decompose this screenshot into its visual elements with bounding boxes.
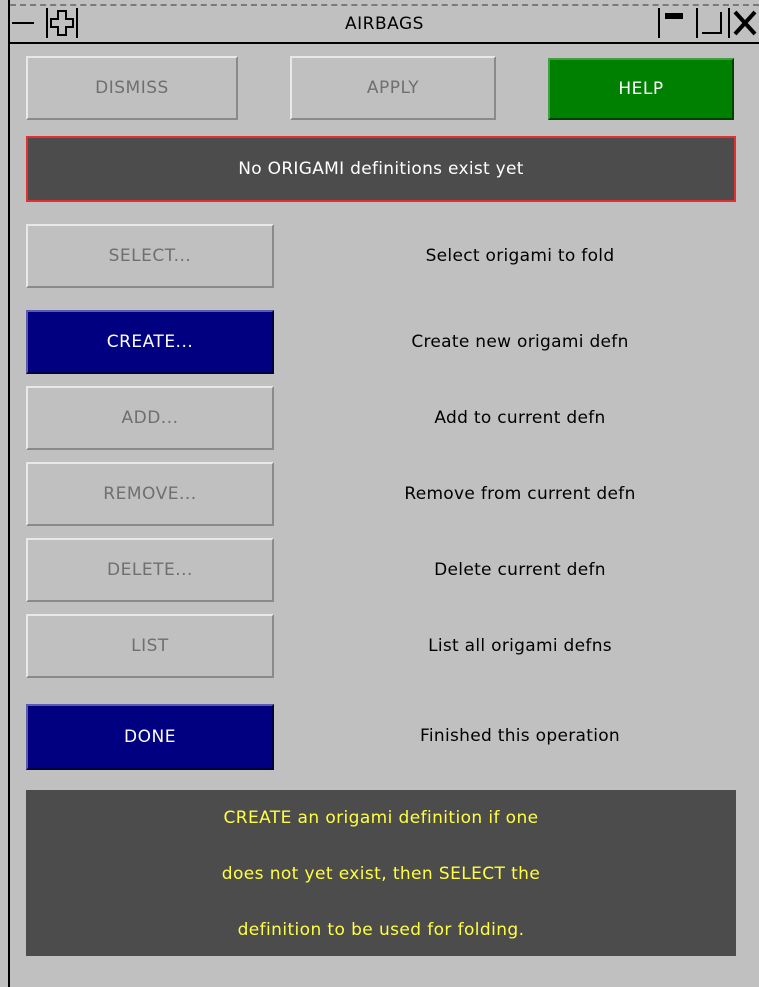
create-button[interactable]: CREATE... — [26, 310, 274, 374]
title-bar[interactable]: AIRBAGS — [10, 4, 759, 44]
delete-button[interactable]: DELETE... — [26, 538, 274, 602]
add-description: Add to current defn — [434, 408, 606, 428]
select-description: Select origami to fold — [425, 246, 615, 266]
maximize-icon[interactable] — [696, 8, 726, 38]
remove-button[interactable]: REMOVE... — [26, 462, 274, 526]
close-icon[interactable] — [728, 8, 759, 38]
remove-description: Remove from current defn — [404, 484, 636, 504]
dismiss-button[interactable]: DISMISS — [26, 56, 238, 120]
status-message: No ORIGAMI definitions exist yet — [26, 136, 736, 202]
select-button[interactable]: SELECT... — [26, 224, 274, 288]
help-text-line-3: definition to be used for folding. — [237, 920, 525, 940]
list-description: List all origami defns — [428, 636, 612, 656]
done-description: Finished this operation — [420, 726, 620, 746]
airbags-window: AIRBAGS DISMISS APPLY HELP No ORIGAMI de… — [0, 0, 759, 987]
create-description: Create new origami defn — [411, 332, 629, 352]
window-left-edge — [8, 0, 10, 987]
help-button[interactable]: HELP — [548, 58, 734, 120]
list-button[interactable]: LIST — [26, 614, 274, 678]
window-title: AIRBAGS — [345, 14, 424, 34]
help-text-line-2: does not yet exist, then SELECT the — [221, 864, 541, 884]
help-text-panel: CREATE an origami definition if one does… — [26, 790, 736, 956]
add-button[interactable]: ADD... — [26, 386, 274, 450]
minimize-icon[interactable] — [658, 8, 688, 38]
help-text-line-1: CREATE an origami definition if one — [223, 808, 539, 828]
apply-button[interactable]: APPLY — [290, 56, 496, 120]
delete-description: Delete current defn — [434, 560, 606, 580]
done-button[interactable]: DONE — [26, 704, 274, 770]
